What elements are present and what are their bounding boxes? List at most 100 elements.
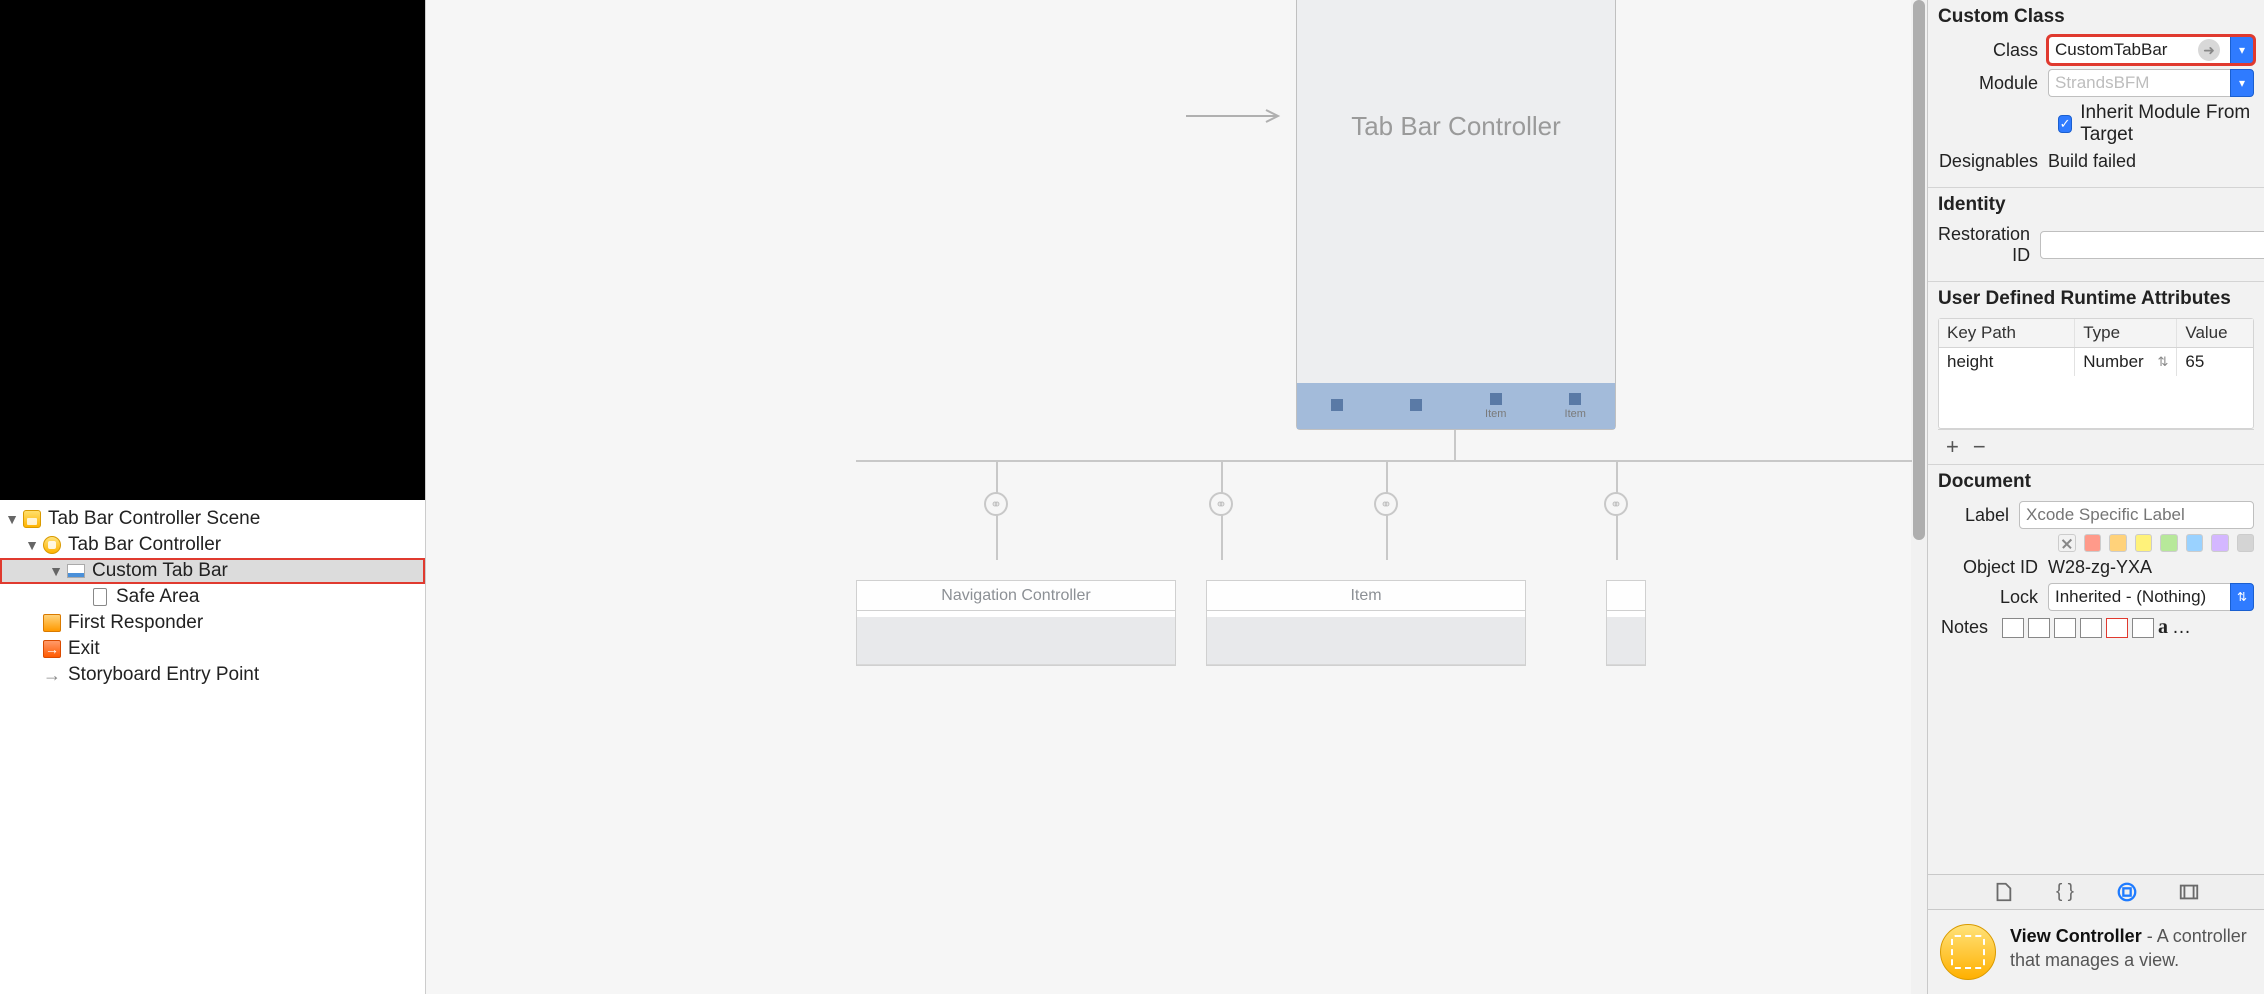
red-swatch[interactable]: [2084, 534, 2102, 552]
segue-node-icon[interactable]: ⚭: [984, 492, 1008, 516]
font-icon[interactable]: a: [2158, 616, 2168, 639]
designables-label: Designables: [1938, 151, 2048, 172]
module-field[interactable]: StrandsBFM ▾: [2048, 69, 2254, 97]
first-responder-row[interactable]: First Responder: [0, 610, 425, 636]
child-scene[interactable]: Item: [1206, 580, 1526, 666]
module-dropdown-button[interactable]: ▾: [2230, 69, 2254, 97]
section-title: User Defined Runtime Attributes: [1938, 288, 2254, 310]
code-snippet-tab-icon[interactable]: { }: [2054, 881, 2076, 903]
disclosure-triangle[interactable]: ▼: [4, 511, 20, 527]
exit-icon: →: [42, 639, 62, 659]
lock-input[interactable]: Inherited - (Nothing): [2048, 583, 2230, 611]
segue-node-icon[interactable]: ⚭: [1604, 492, 1628, 516]
disclosure-triangle[interactable]: ▼: [48, 563, 64, 579]
segue-node-icon[interactable]: ⚭: [1209, 492, 1233, 516]
object-library-tab-icon[interactable]: [2116, 881, 2138, 903]
scene-row[interactable]: ▼ Tab Bar Controller Scene: [0, 506, 425, 532]
tabbar-controller-scene[interactable]: Tab Bar Controller Item Item: [1296, 0, 1616, 430]
tabbar-controller-row[interactable]: ▼ Tab Bar Controller: [0, 532, 425, 558]
table-row[interactable]: height Number⇅ 65: [1939, 348, 2253, 376]
row-label: Tab Bar Controller: [68, 534, 221, 556]
canvas-scrollbar[interactable]: [1911, 0, 1927, 994]
storyboard-canvas[interactable]: Tab Bar Controller Item Item ⚭ ⚭ ⚭ ⚭ Nav…: [426, 0, 1927, 994]
media-library-tab-icon[interactable]: [2178, 881, 2200, 903]
green-swatch[interactable]: [2160, 534, 2178, 552]
spacer: [24, 641, 40, 657]
spacer: [72, 589, 88, 605]
safe-area-row[interactable]: Safe Area: [0, 584, 425, 610]
entry-point-row[interactable]: → Storyboard Entry Point: [0, 662, 425, 688]
align-right-icon[interactable]: [2054, 618, 2076, 638]
inherit-checkbox[interactable]: ✓: [2058, 115, 2072, 133]
lock-dropdown-button[interactable]: ⇅: [2230, 583, 2254, 611]
disclosure-triangle[interactable]: ▼: [24, 537, 40, 553]
custom-tab-bar-row[interactable]: ▼ Custom Tab Bar: [0, 558, 425, 584]
row-label: Storyboard Entry Point: [68, 664, 259, 686]
scene-icon: [22, 509, 42, 529]
tab-item[interactable]: [1297, 383, 1377, 429]
remove-attr-button[interactable]: −: [1973, 434, 1986, 460]
safe-area-icon: [90, 587, 110, 607]
child-scene-title: Item: [1207, 581, 1525, 611]
header-keypath: Key Path: [1939, 319, 2075, 347]
blue-swatch[interactable]: [2186, 534, 2204, 552]
child-scene[interactable]: Navigation Controller: [856, 580, 1176, 666]
inherit-module-row[interactable]: ✓ Inherit Module From Target: [2058, 102, 2254, 146]
orange-swatch[interactable]: [2109, 534, 2127, 552]
segue-node-icon[interactable]: ⚭: [1374, 492, 1398, 516]
tab-item[interactable]: Item: [1536, 383, 1616, 429]
tab-label: Item: [1485, 408, 1506, 420]
header-type: Type: [2075, 319, 2177, 347]
yellow-swatch[interactable]: [2135, 534, 2153, 552]
align-justify-icon[interactable]: [2080, 618, 2102, 638]
child-scene-body: [1607, 611, 1645, 665]
restoration-input[interactable]: [2040, 231, 2264, 259]
designables-row: Designables Build failed: [1938, 151, 2254, 172]
cell-keypath[interactable]: height: [1939, 348, 2075, 376]
library-item[interactable]: View Controller - A controller that mana…: [1928, 910, 2264, 994]
align-left-icon[interactable]: [2002, 618, 2024, 638]
row-label: Exit: [68, 638, 100, 660]
tab-icon: [1490, 393, 1502, 405]
document-outline[interactable]: ▼ Tab Bar Controller Scene ▼ Tab Bar Con…: [0, 500, 425, 994]
child-scene-body: [857, 611, 1175, 665]
class-dropdown-button[interactable]: ▾: [2230, 36, 2254, 64]
file-template-tab-icon[interactable]: [1992, 881, 2014, 903]
stepper-icon[interactable]: ⇅: [2157, 354, 2168, 370]
jump-to-code-icon[interactable]: ➜: [2198, 39, 2220, 61]
align-center-icon[interactable]: [2028, 618, 2050, 638]
outdent-icon[interactable]: [2132, 618, 2154, 638]
spacer: [24, 615, 40, 631]
tab-item[interactable]: [1377, 383, 1457, 429]
class-field[interactable]: CustomTabBar➜ ▾: [2048, 36, 2254, 64]
add-attr-button[interactable]: +: [1946, 434, 1959, 460]
purple-swatch[interactable]: [2211, 534, 2229, 552]
library-tabs: { }: [1928, 874, 2264, 910]
entry-arrow-icon: [1186, 108, 1286, 130]
tab-item[interactable]: Item: [1456, 383, 1536, 429]
more-icon[interactable]: …: [2172, 617, 2191, 639]
exit-row[interactable]: → Exit: [0, 636, 425, 662]
lock-field[interactable]: Inherited - (Nothing) ⇅: [2048, 583, 2254, 611]
tabbar-icon: [66, 561, 86, 581]
runtime-attr-table[interactable]: Key Path Type Value height Number⇅ 65: [1938, 318, 2254, 429]
row-label: Safe Area: [116, 586, 199, 608]
cell-type[interactable]: Number⇅: [2075, 348, 2177, 376]
tab-icon: [1569, 393, 1581, 405]
gray-swatch[interactable]: [2237, 534, 2255, 552]
object-id-label: Object ID: [1938, 557, 2048, 578]
list-icon[interactable]: [2106, 618, 2128, 638]
identity-section: Identity Restoration ID: [1928, 188, 2264, 282]
class-input[interactable]: CustomTabBar➜: [2048, 36, 2230, 64]
scrollbar-thumb[interactable]: [1913, 0, 1925, 540]
no-color-swatch[interactable]: [2058, 534, 2076, 552]
notes-row: Notes a …: [1938, 616, 2254, 639]
label-input[interactable]: [2019, 501, 2254, 529]
table-empty-area[interactable]: [1939, 376, 2253, 428]
module-input[interactable]: StrandsBFM: [2048, 69, 2230, 97]
first-responder-icon: [42, 613, 62, 633]
cell-value[interactable]: 65: [2177, 348, 2253, 376]
section-title: Custom Class: [1938, 6, 2254, 28]
tab-bar[interactable]: Item Item: [1297, 383, 1615, 429]
child-scene[interactable]: [1606, 580, 1646, 666]
